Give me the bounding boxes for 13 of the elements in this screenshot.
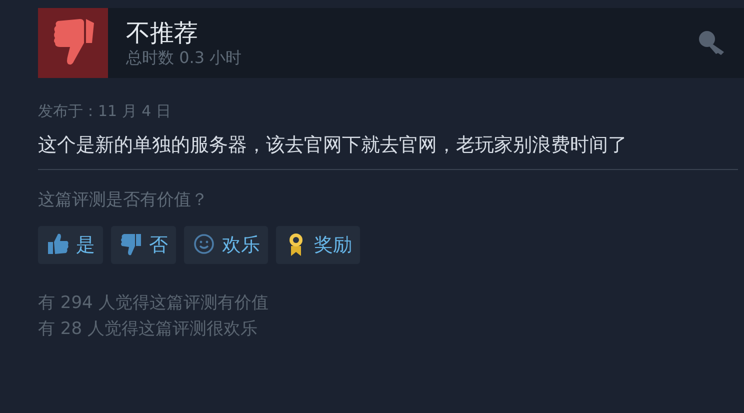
helpful-question: 这篇评测是否有价值？ bbox=[38, 189, 209, 212]
vote-stat: 有 294 人觉得这篇评测有价值 bbox=[38, 292, 270, 315]
vote-button[interactable]: 奖励 bbox=[276, 226, 360, 264]
vote-button[interactable]: 欢乐 bbox=[184, 226, 268, 264]
thumbs-down-icon bbox=[119, 232, 143, 258]
posted-date: 发布于：11 月 4 日 bbox=[38, 101, 172, 121]
review-verdict: 不推荐 bbox=[126, 18, 199, 48]
vote-stat: 有 28 人觉得这篇评测很欢乐 bbox=[38, 318, 258, 341]
review-text: 这个是新的单独的服务器，该去官网下就去官网，老玩家别浪费时间了 bbox=[38, 133, 628, 158]
thumbs-down-icon bbox=[38, 8, 108, 78]
vote-button[interactable]: 否 bbox=[111, 226, 176, 264]
playtime-text: 总时数 0.3 小时 bbox=[126, 48, 242, 68]
vote-button[interactable]: 是 bbox=[38, 226, 103, 264]
